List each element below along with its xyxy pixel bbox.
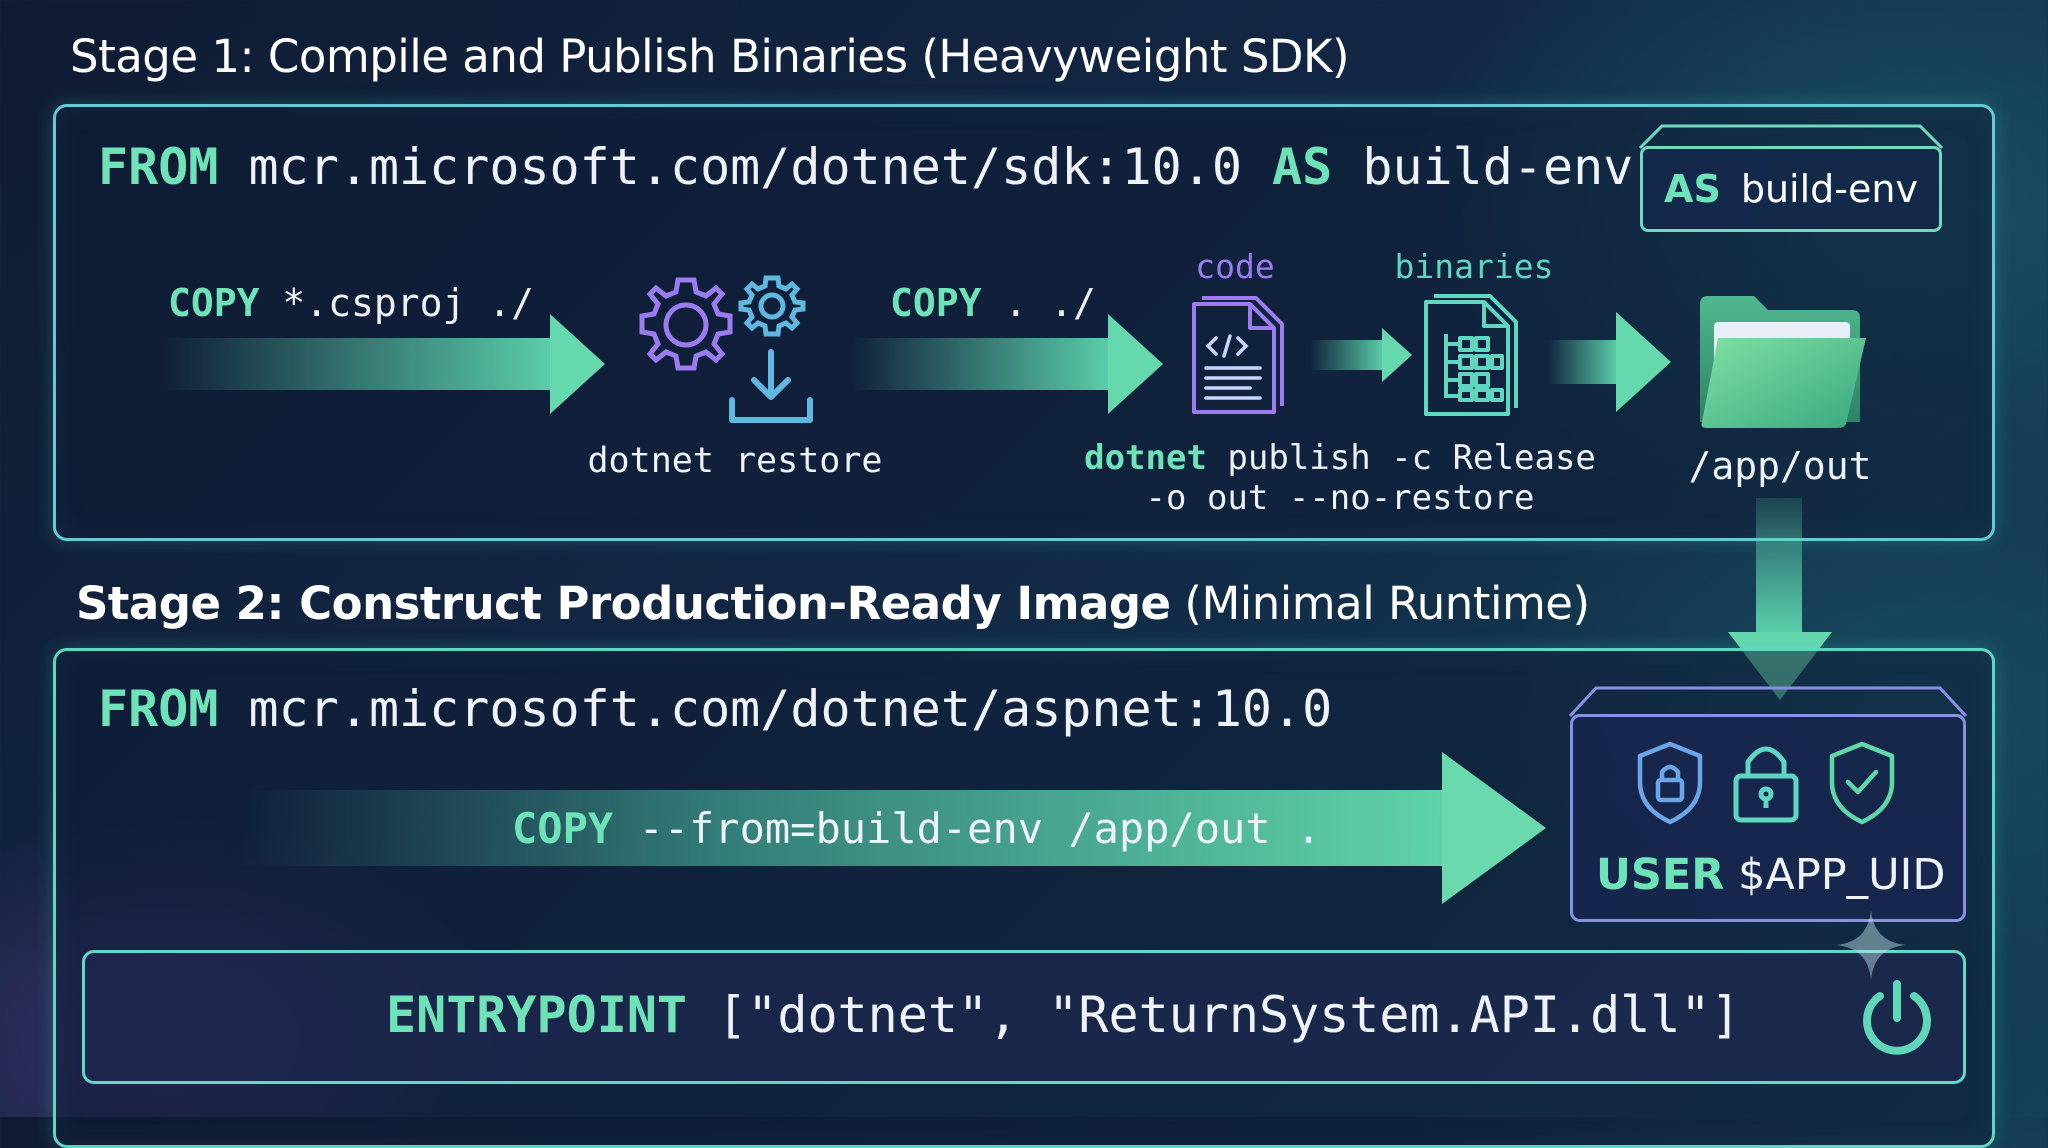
publish-arrow-body xyxy=(1310,340,1384,370)
shield-check-icon xyxy=(1829,741,1895,825)
copy1-args: *.csproj ./ xyxy=(282,281,535,325)
publish-line-1: dotnet publish -c Release xyxy=(1080,438,1600,478)
code-file-icon xyxy=(1192,296,1284,414)
copy-from-line: COPY --from=build-env /app/out . xyxy=(512,804,1321,853)
handoff-arrow-body xyxy=(1756,498,1802,634)
publish-arrow-head xyxy=(1382,328,1412,382)
stage2-heading: Stage 2: Construct Production-Ready Imag… xyxy=(76,577,1590,630)
copy2-arrow-head xyxy=(1108,314,1163,414)
copy2-args: . ./ xyxy=(1004,281,1096,325)
copy1-keyword: COPY xyxy=(168,281,260,325)
stage2-title-suffix: (Minimal Runtime) xyxy=(1184,577,1590,630)
publish-args: publish -c Release xyxy=(1227,438,1596,478)
entrypoint-keyword: ENTRYPOINT xyxy=(386,986,688,1044)
publish-keyword: dotnet xyxy=(1084,438,1207,478)
copy1-arrow-head xyxy=(550,314,605,414)
user-keyword: USER xyxy=(1596,850,1725,900)
copy-from-args: --from=build-env /app/out . xyxy=(638,804,1322,853)
stage2-from-keyword: FROM xyxy=(98,680,219,738)
output-arrow-head xyxy=(1616,312,1671,412)
shield-lock-icon xyxy=(1637,741,1703,825)
download-icon xyxy=(729,349,813,423)
copy2-keyword: COPY xyxy=(890,281,982,325)
output-path-label: /app/out xyxy=(1688,444,1872,488)
publish-command: dotnet publish -c Release -o out --no-re… xyxy=(1080,438,1600,518)
sparkle-icon xyxy=(1836,910,1906,980)
entrypoint-line: ENTRYPOINT ["dotnet", "ReturnSystem.API.… xyxy=(386,986,1741,1044)
from-keyword: FROM xyxy=(98,138,219,196)
code-label: code xyxy=(1195,247,1275,286)
copy1-arrow-body xyxy=(160,338,552,390)
tag-box-top-bevel xyxy=(1638,124,1944,150)
copy2-arrow-body xyxy=(850,338,1110,390)
user-value: $APP_UID xyxy=(1738,850,1946,900)
restore-label: dotnet restore xyxy=(587,441,883,481)
copy-all-line: COPY . ./ xyxy=(890,281,1096,325)
tag-as-keyword: AS xyxy=(1664,167,1721,211)
padlock-icon xyxy=(1733,746,1799,823)
build-env-tag: AS build-env xyxy=(1640,146,1942,232)
binaries-label: binaries xyxy=(1394,247,1554,286)
sdk-image: mcr.microsoft.com/dotnet/sdk:10.0 xyxy=(248,138,1242,196)
stage1-from-line: FROM mcr.microsoft.com/dotnet/sdk:10.0 A… xyxy=(98,138,1633,196)
as-keyword: AS xyxy=(1272,138,1333,196)
power-icon xyxy=(1863,980,1931,1055)
entrypoint-args: ["dotnet", "ReturnSystem.API.dll"] xyxy=(717,986,1741,1044)
stage1-title: Stage 1: Compile and Publish Binaries xyxy=(70,30,908,83)
copy-from-arrow-head xyxy=(1442,752,1546,904)
binary-file-icon xyxy=(1424,294,1518,416)
aspnet-image: mcr.microsoft.com/dotnet/aspnet:10.0 xyxy=(248,680,1333,738)
tag-alias: build-env xyxy=(1740,167,1918,211)
stage2-from-line: FROM mcr.microsoft.com/dotnet/aspnet:10.… xyxy=(98,680,1332,738)
publish-line-2: -o out --no-restore xyxy=(1145,478,1535,518)
user-line: USER $APP_UID xyxy=(1596,850,1945,900)
stage2-title: Stage 2: Construct Production-Ready Imag… xyxy=(76,577,1171,630)
build-env-alias: build-env xyxy=(1362,138,1634,196)
stage1-title-suffix: (Heavyweight SDK) xyxy=(921,30,1350,83)
copy-from-keyword: COPY xyxy=(512,804,614,853)
copy-csproj-line: COPY *.csproj ./ xyxy=(168,281,534,325)
stage1-heading: Stage 1: Compile and Publish Binaries (H… xyxy=(70,30,1350,83)
folder-icon xyxy=(1700,296,1866,428)
output-arrow-body xyxy=(1548,340,1618,384)
